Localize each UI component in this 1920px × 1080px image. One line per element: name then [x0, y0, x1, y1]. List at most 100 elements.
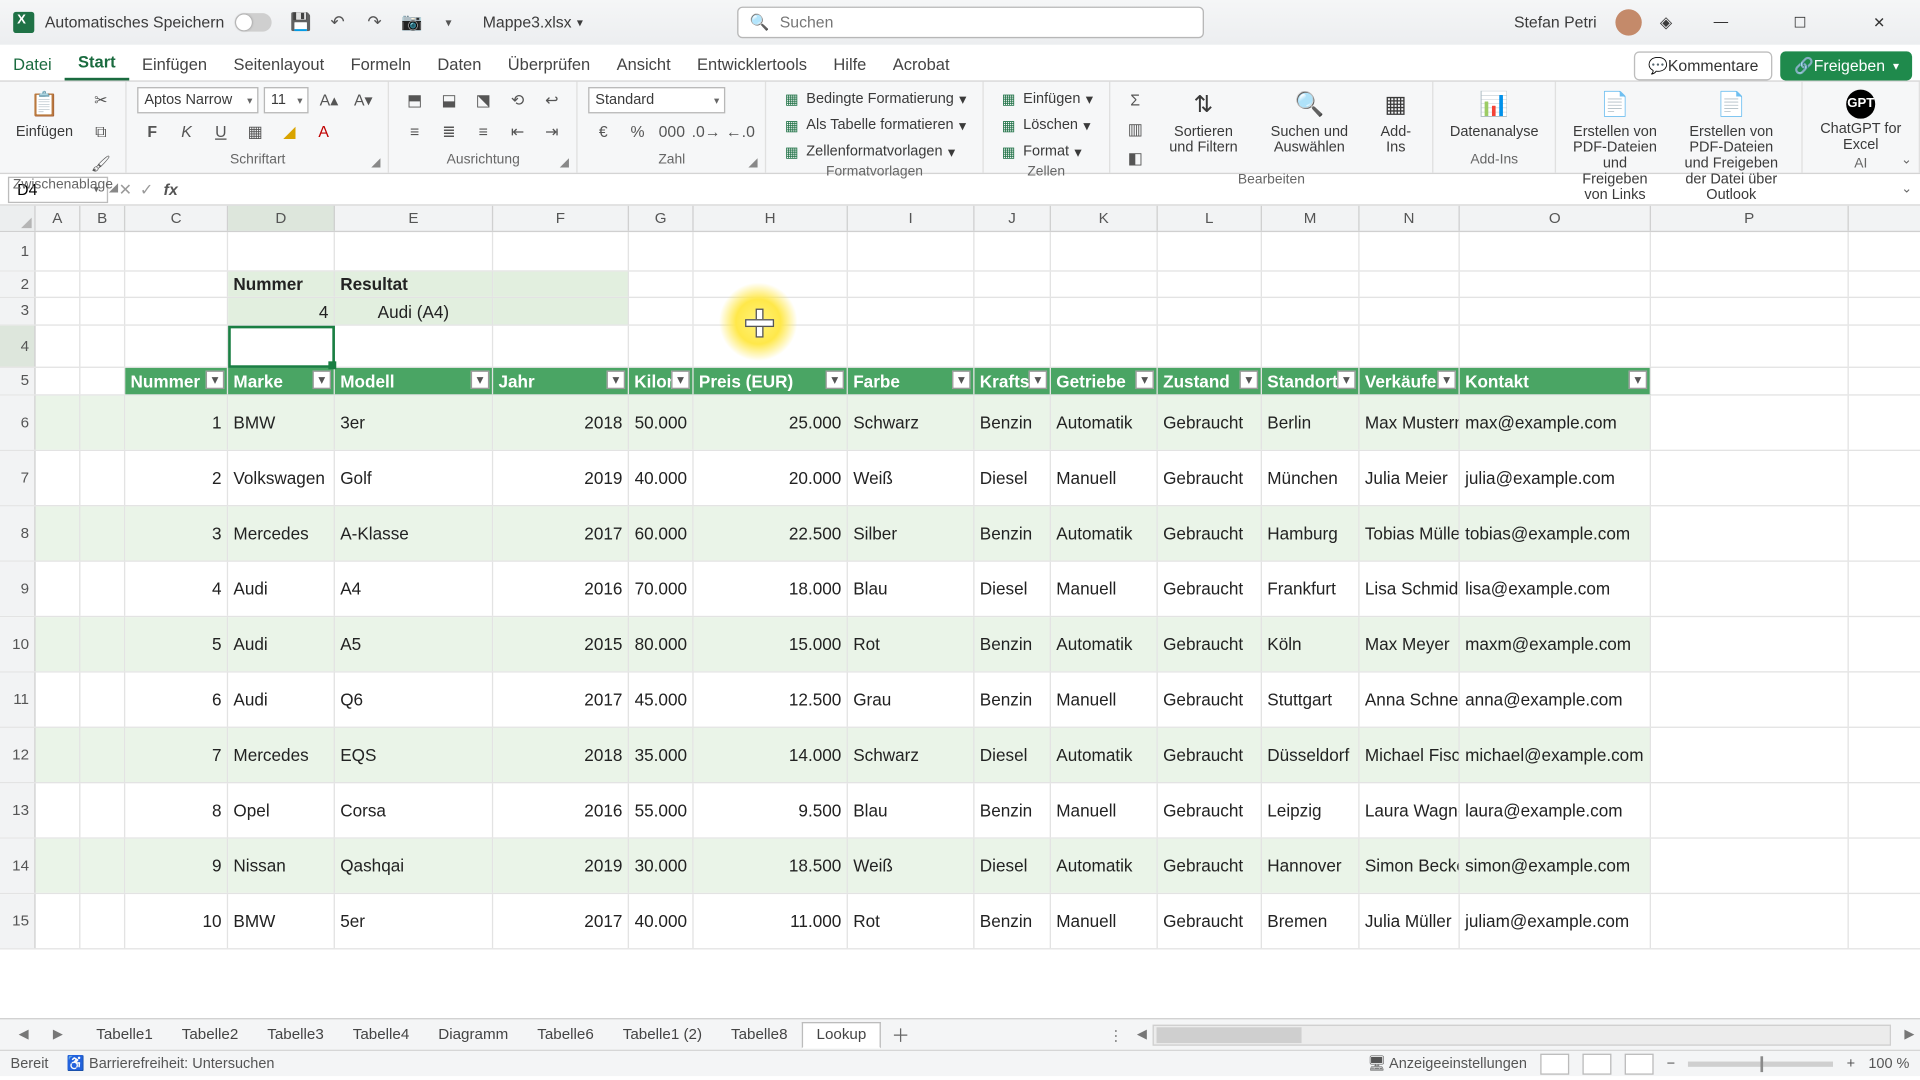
cell[interactable]: Qashqai	[335, 839, 493, 893]
col-header[interactable]: E	[335, 206, 493, 231]
view-pagebreak-icon[interactable]	[1625, 1053, 1654, 1074]
col-header[interactable]: C	[125, 206, 228, 231]
pdf-link-button[interactable]: 📄Erstellen von PDF-Dateien und Freigeben…	[1566, 87, 1663, 206]
currency-icon[interactable]: €	[589, 119, 618, 145]
close-button[interactable]: ✕	[1849, 0, 1910, 45]
cell[interactable]: 55.000	[629, 783, 694, 837]
increase-font-icon[interactable]: A▴	[314, 87, 343, 113]
table-header[interactable]: Kilom▾	[629, 368, 694, 394]
cell[interactable]: 18.500	[694, 839, 848, 893]
cell[interactable]: 4	[125, 562, 228, 616]
cell[interactable]: 2018	[493, 396, 629, 450]
redo-icon[interactable]: ↷	[364, 12, 385, 33]
increase-decimal-icon[interactable]: .0→	[692, 119, 721, 145]
hscroll-right-icon[interactable]: ▶	[1899, 1027, 1920, 1042]
cell[interactable]: Diesel	[975, 562, 1051, 616]
zoom-slider[interactable]	[1688, 1061, 1833, 1066]
cell[interactable]: Manuell	[1051, 451, 1158, 505]
maximize-button[interactable]: ☐	[1770, 0, 1831, 45]
table-header[interactable]: Standort▾	[1262, 368, 1360, 394]
bold-button[interactable]: F	[138, 119, 167, 145]
sheet-tab[interactable]: Diagramm	[424, 1021, 523, 1047]
cell[interactable]: Audi	[228, 617, 335, 671]
select-all-corner[interactable]	[0, 206, 36, 231]
italic-button[interactable]: K	[172, 119, 201, 145]
add-sheet-button[interactable]: ＋	[881, 1021, 921, 1047]
cell[interactable]: 20.000	[694, 451, 848, 505]
cell[interactable]: Nissan	[228, 839, 335, 893]
share-button[interactable]: 🔗 Freigeben▾	[1781, 51, 1912, 80]
zoom-out-icon[interactable]: −	[1667, 1056, 1675, 1072]
cell[interactable]: Automatik	[1051, 506, 1158, 560]
zoom-in-icon[interactable]: +	[1847, 1056, 1855, 1072]
cell[interactable]: Benzin	[975, 506, 1051, 560]
row-header[interactable]: 11	[0, 673, 36, 727]
cell[interactable]: Diesel	[975, 451, 1051, 505]
fill-color-button[interactable]: ◢	[275, 119, 304, 145]
cell[interactable]: 2017	[493, 673, 629, 727]
cancel-formula-icon[interactable]: ✕	[119, 180, 132, 198]
camera-icon[interactable]: 📷	[401, 12, 422, 33]
format-painter-icon[interactable]: 🖌	[86, 150, 115, 176]
cell[interactable]: laura@example.com	[1460, 783, 1651, 837]
comma-icon[interactable]: 000	[657, 119, 686, 145]
cell[interactable]: 70.000	[629, 562, 694, 616]
cell[interactable]: 14.000	[694, 728, 848, 782]
align-right-icon[interactable]: ≡	[469, 119, 498, 145]
filter-icon[interactable]: ▾	[952, 371, 970, 389]
tab-pagelayout[interactable]: Seitenlayout	[220, 47, 337, 80]
enter-formula-icon[interactable]: ✓	[140, 180, 153, 198]
sheet-nav-next-icon[interactable]: ▶	[47, 1027, 68, 1042]
font-color-button[interactable]: A	[309, 119, 338, 145]
sheet-tab[interactable]: Tabelle2	[167, 1021, 253, 1047]
align-center-icon[interactable]: ≣	[434, 119, 463, 145]
cell[interactable]: 2019	[493, 451, 629, 505]
cell[interactable]: lisa@example.com	[1460, 562, 1651, 616]
cell[interactable]: anna@example.com	[1460, 673, 1651, 727]
cell[interactable]: Nummer	[228, 272, 335, 297]
filter-icon[interactable]: ▾	[471, 371, 489, 389]
cell[interactable]: Mercedes	[228, 728, 335, 782]
cell[interactable]: simon@example.com	[1460, 839, 1651, 893]
cell[interactable]: Diesel	[975, 839, 1051, 893]
col-header[interactable]: J	[975, 206, 1051, 231]
cell[interactable]: Berlin	[1262, 396, 1360, 450]
cell[interactable]: Max Meyer	[1360, 617, 1460, 671]
cell[interactable]: Automatik	[1051, 839, 1158, 893]
filter-icon[interactable]: ▾	[1437, 371, 1455, 389]
clear-icon[interactable]: ◧	[1121, 145, 1150, 171]
row-header[interactable]: 9	[0, 562, 36, 616]
row-header[interactable]: 4	[0, 326, 36, 367]
cell[interactable]: Köln	[1262, 617, 1360, 671]
cell[interactable]: A-Klasse	[335, 506, 493, 560]
row-header[interactable]: 15	[0, 894, 36, 948]
table-header[interactable]: Kraftst▾	[975, 368, 1051, 394]
sheet-nav-prev-icon[interactable]: ◀	[13, 1027, 34, 1042]
scrollbar-thumb[interactable]	[1156, 1027, 1301, 1043]
cell[interactable]: Manuell	[1051, 673, 1158, 727]
cell[interactable]: Gebraucht	[1158, 839, 1262, 893]
dialog-launcher-icon[interactable]: ◢	[560, 156, 569, 171]
dialog-launcher-icon[interactable]: ◢	[109, 181, 118, 196]
cell[interactable]: Manuell	[1051, 783, 1158, 837]
copy-icon[interactable]: ⧉	[86, 119, 115, 145]
conditional-formatting-button[interactable]: ▦Bedingte Formatierung ▾	[777, 87, 971, 111]
cell[interactable]: Gebraucht	[1158, 451, 1262, 505]
table-header[interactable]: Modell▾	[335, 368, 493, 394]
dialog-launcher-icon[interactable]: ◢	[748, 156, 757, 171]
tab-view[interactable]: Ansicht	[603, 47, 683, 80]
cell[interactable]: 4	[228, 298, 335, 324]
cell[interactable]: 22.500	[694, 506, 848, 560]
row-header[interactable]: 5	[0, 368, 36, 394]
paste-button[interactable]: 📋 Einfügen	[11, 87, 79, 143]
autosave-toggle[interactable]: Automatisches Speichern	[45, 13, 272, 31]
cell[interactable]: Blau	[848, 562, 975, 616]
tab-file[interactable]: Datei	[0, 47, 65, 80]
cell[interactable]: 9.500	[694, 783, 848, 837]
col-header[interactable]: N	[1360, 206, 1460, 231]
table-header[interactable]: Preis (EUR)▾	[694, 368, 848, 394]
cell[interactable]: Schwarz	[848, 396, 975, 450]
sheet-tab[interactable]: Tabelle8	[717, 1021, 803, 1047]
comments-button[interactable]: 💬 Kommentare	[1634, 51, 1773, 80]
filter-icon[interactable]: ▾	[671, 371, 689, 389]
